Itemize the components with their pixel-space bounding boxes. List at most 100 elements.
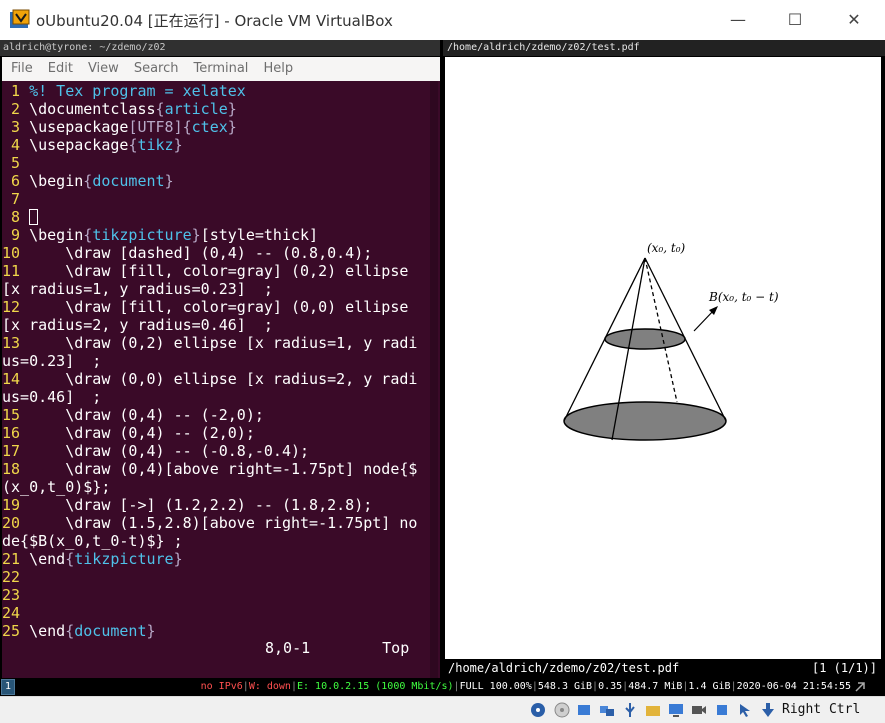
menu-help[interactable]: Help [263, 57, 293, 81]
usb-icon[interactable] [622, 702, 638, 718]
menu-search[interactable]: Search [134, 57, 179, 81]
close-icon[interactable]: ✕ [840, 7, 868, 33]
code-line[interactable]: 7 [2, 190, 417, 208]
code-line[interactable]: 22 [2, 568, 417, 586]
line-text: \draw (0,4) -- (-2,0); [29, 406, 264, 424]
line-text: \begin{tikzpicture}[style=thick] [29, 226, 319, 244]
line-text: \draw (0,4) -- (-0.8,-0.4); [29, 442, 310, 460]
terminal-menubar: File Edit View Search Terminal Help [2, 57, 440, 81]
mouse-pointer-icon[interactable] [737, 702, 753, 718]
line-number: 14 [2, 370, 30, 388]
menu-file[interactable]: File [11, 57, 33, 81]
line-number: 24 [2, 604, 30, 622]
code-line[interactable]: (x_0,t_0)$}; [2, 478, 417, 496]
code-line[interactable]: 13 \draw (0,2) ellipse [x radius=1, y ra… [2, 334, 417, 352]
vim-statusline: 8,0-1 Top [2, 639, 440, 657]
keyboard-capture-icon[interactable] [760, 702, 776, 718]
code-line[interactable]: 18 \draw (0,4)[above right=-1.75pt] node… [2, 460, 417, 478]
base-ellipse [563, 401, 727, 441]
datetime-status: 2020-06-04 21:54:55 [736, 681, 851, 692]
code-line[interactable]: 8 [2, 208, 417, 226]
line-text: %! Tex program = xelatex [29, 82, 246, 100]
mouse-integration-icon [855, 682, 865, 692]
optical-drive-icon[interactable] [554, 702, 570, 718]
apex-label: (x₀, t₀) [647, 241, 686, 255]
audio-icon[interactable] [576, 702, 592, 718]
maximize-icon[interactable]: ☐ [781, 7, 809, 33]
code-line[interactable]: de{$B(x_0,t_0-t)$} ; [2, 532, 417, 550]
code-line[interactable]: 1 %! Tex program = xelatex [2, 82, 417, 100]
line-number: 21 [2, 550, 30, 568]
line-text [29, 208, 39, 226]
code-line[interactable]: 15 \draw (0,4) -- (-2,0); [2, 406, 417, 424]
code-line[interactable]: 21 \end{tikzpicture} [2, 550, 417, 568]
line-number: 25 [2, 622, 30, 640]
line-number: 2 [2, 100, 30, 118]
code-line[interactable]: 2 \documentclass{article} [2, 100, 417, 118]
line-number: 13 [2, 334, 30, 352]
workspace-button[interactable]: 1 [1, 679, 15, 695]
menu-edit[interactable]: Edit [48, 57, 73, 81]
network-icon[interactable] [599, 702, 615, 718]
menu-view[interactable]: View [88, 57, 119, 81]
mid-ellipse [604, 328, 686, 350]
code-line[interactable]: [x radius=2, y radius=0.46] ; [2, 316, 417, 334]
code-line[interactable]: 12 \draw [fill, color=gray] (0,0) ellips… [2, 298, 417, 316]
line-number: 22 [2, 568, 30, 586]
code-line[interactable]: 10 \draw [dashed] (0,4) -- (0.8,0.4); [2, 244, 417, 262]
code-line[interactable]: 25 \end{document} [2, 622, 417, 640]
line-number: 16 [2, 424, 30, 442]
vim-editor[interactable]: 1 %! Tex program = xelatex 2 \documentcl… [2, 81, 440, 678]
video-capture-icon[interactable] [691, 702, 707, 718]
code-line[interactable]: [x radius=1, y radius=0.23] ; [2, 280, 417, 298]
line-text: \draw (0,0) ellipse [x radius=2, y radi [29, 370, 418, 388]
ipv6-status: no IPv6 [200, 681, 243, 692]
text-cursor [29, 209, 39, 225]
code-line[interactable]: us=0.46] ; [2, 388, 417, 406]
line-number: 17 [2, 442, 30, 460]
line-text: \draw (1.5,2.8)[above right=-1.75pt] no [29, 514, 418, 532]
code-line[interactable]: 5 [2, 154, 417, 172]
menu-terminal[interactable]: Terminal [193, 57, 248, 81]
line-number: 4 [2, 136, 30, 154]
line-number: 1 [2, 82, 30, 100]
code-line[interactable]: 24 [2, 604, 417, 622]
cpu-icon[interactable] [714, 702, 730, 718]
minimize-icon[interactable]: — [724, 7, 752, 33]
line-number: 15 [2, 406, 30, 424]
pdf-status-page: [1 (1/1)] [811, 661, 877, 675]
code-line[interactable]: 14 \draw (0,0) ellipse [x radius=2, y ra… [2, 370, 417, 388]
line-number: 9 [2, 226, 30, 244]
display-icon[interactable] [668, 702, 684, 718]
line-number: 10 [2, 244, 30, 262]
pdf-page[interactable]: (x₀, t₀) B(x₀, t₀ − t) [445, 57, 881, 659]
code-line[interactable]: 20 \draw (1.5,2.8)[above right=-1.75pt] … [2, 514, 417, 532]
line-text: [x radius=2, y radius=0.46] ; [2, 316, 273, 334]
code-area[interactable]: 1 %! Tex program = xelatex 2 \documentcl… [2, 82, 417, 640]
wifi-status: W: down [248, 681, 291, 692]
terminal-title: aldrich@tyrone: ~/zdemo/z02 [0, 40, 440, 56]
shared-folders-icon[interactable] [645, 702, 661, 718]
code-line[interactable]: 16 \draw (0,4) -- (2,0); [2, 424, 417, 442]
battery-status: FULL 100.00% [459, 681, 532, 692]
code-line[interactable]: 17 \draw (0,4) -- (-0.8,-0.4); [2, 442, 417, 460]
code-line[interactable]: 11 \draw [fill, color=gray] (0,2) ellips… [2, 262, 417, 280]
code-line[interactable]: 9 \begin{tikzpicture}[style=thick] [2, 226, 417, 244]
ethernet-status: E: 10.0.2.15 (1000 Mbit/s) [297, 681, 454, 692]
line-text: \begin{document} [29, 172, 174, 190]
code-line[interactable]: 3 \usepackage[UTF8]{ctex} [2, 118, 417, 136]
code-line[interactable]: 23 [2, 586, 417, 604]
line-text: \draw [->] (1.2,2.2) -- (1.8,2.8); [29, 496, 373, 514]
pdf-window-title: /home/aldrich/zdemo/z02/test.pdf [443, 40, 885, 56]
code-line[interactable]: 6 \begin{document} [2, 172, 417, 190]
line-text: \draw [fill, color=gray] (0,2) ellipse [29, 262, 409, 280]
line-text: us=0.46] ; [2, 388, 102, 406]
line-number: 12 [2, 298, 30, 316]
terminal-scrollbar[interactable] [430, 81, 438, 678]
code-line[interactable]: 19 \draw [->] (1.2,2.2) -- (1.8,2.8); [2, 496, 417, 514]
line-number: 3 [2, 118, 30, 136]
hard-disk-icon[interactable] [530, 702, 546, 718]
line-text: \usepackage[UTF8]{ctex} [29, 118, 237, 136]
code-line[interactable]: 4 \usepackage{tikz} [2, 136, 417, 154]
code-line[interactable]: us=0.23] ; [2, 352, 417, 370]
